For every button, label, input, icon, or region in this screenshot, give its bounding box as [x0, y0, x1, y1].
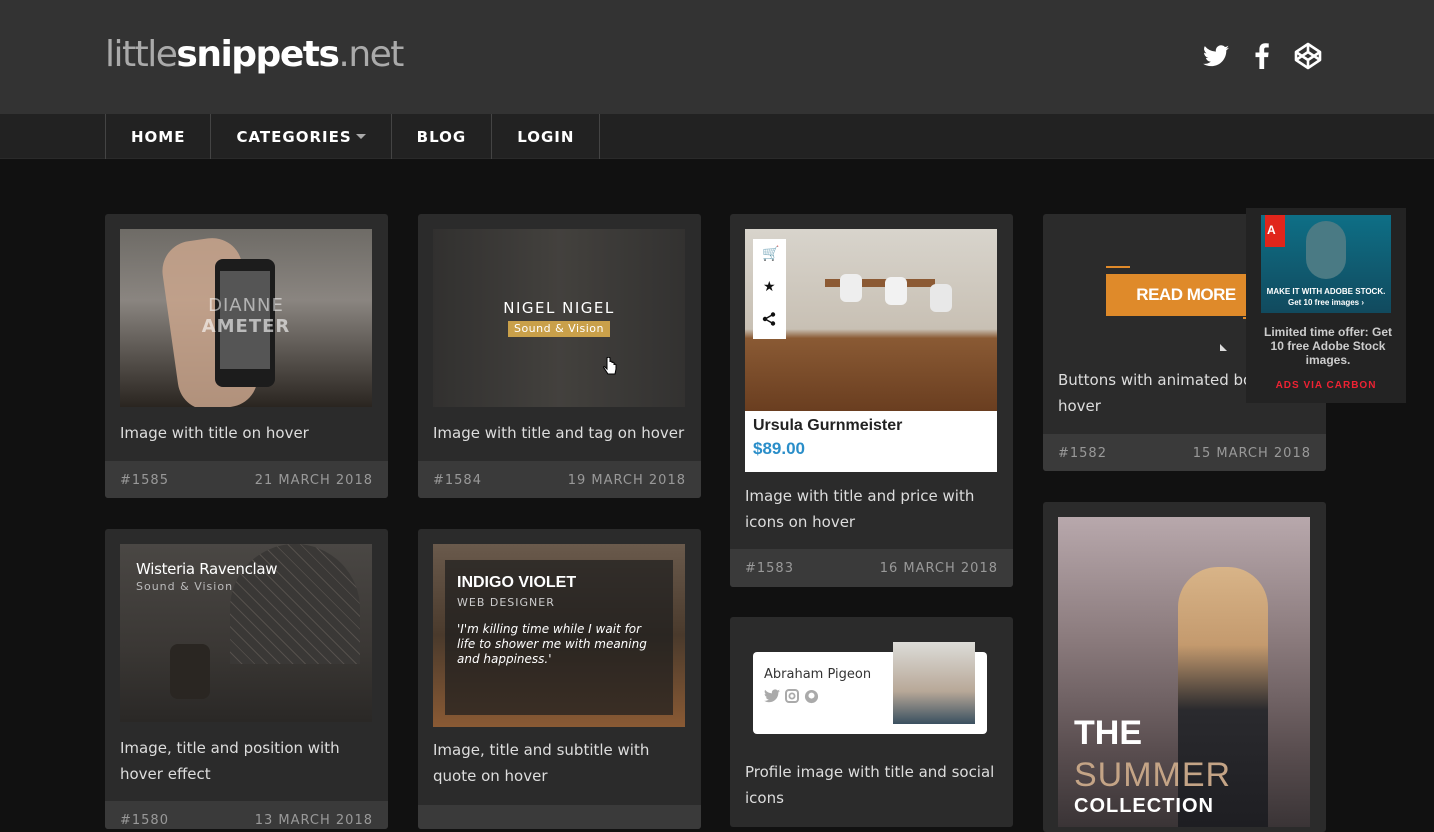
snippet-card[interactable]: Wisteria Ravenclaw Sound & Vision Image,…: [105, 529, 388, 829]
snippet-thumbnail[interactable]: Abraham Pigeon: [745, 632, 997, 742]
snippet-description[interactable]: Profile image with title and social icon…: [745, 759, 1000, 811]
ad-text[interactable]: Limited time offer: Get 10 free Adobe St…: [1258, 325, 1398, 367]
overlay-title: Wisteria Ravenclaw: [136, 560, 278, 578]
nav-categories[interactable]: CATEGORIES: [210, 114, 390, 159]
profile-social: [764, 689, 819, 704]
snippet-meta: #1583 16 MARCH 2018: [730, 549, 1013, 587]
snippet-date: 15 MARCH 2018: [1192, 445, 1311, 461]
star-icon[interactable]: ★: [763, 279, 776, 295]
overlay-quote: 'I'm killing time while I wait for life …: [457, 622, 647, 666]
social-links: [1202, 40, 1322, 72]
twitter-icon[interactable]: [1202, 40, 1230, 72]
overlay-line-1: THE: [1074, 714, 1142, 752]
read-more-button[interactable]: READ MORE: [1106, 274, 1266, 316]
snippet-meta: #1584 19 MARCH 2018: [418, 461, 701, 498]
overlay-tag: Sound & Vision: [508, 321, 610, 337]
adobe-logo-mark: A: [1267, 223, 1276, 237]
snippet-meta: #1580 13 MARCH 2018: [105, 801, 388, 829]
overlay-title: NIGEL NIGEL: [503, 299, 615, 317]
snippet-thumbnail[interactable]: THE SUMMER COLLECTION: [1058, 517, 1310, 827]
cart-icon[interactable]: 🛒: [762, 246, 779, 262]
cursor-icon: [1220, 344, 1227, 351]
product-name: Ursula Gurnmeister: [753, 417, 903, 434]
snippet-id: #1583: [745, 560, 794, 576]
codepen-icon[interactable]: [1294, 40, 1322, 72]
nav-home[interactable]: HOME: [105, 114, 210, 159]
snippet-card[interactable]: 🛒 ★ Ursula Gurnmeister $89.00 Image with…: [730, 214, 1013, 587]
snippet-description[interactable]: Image with title on hover: [120, 420, 375, 446]
instagram-icon[interactable]: [785, 689, 799, 704]
main-nav: HOME CATEGORIES BLOG LOGIN: [0, 114, 1434, 159]
avatar: [893, 642, 975, 724]
snippet-card[interactable]: Abraham Pigeon Profile image with title …: [730, 617, 1013, 827]
overlay-subtitle: WEB DESIGNER: [457, 596, 555, 609]
overlay-line-3: COLLECTION: [1074, 795, 1214, 817]
ad-banner-line-1: MAKE IT WITH ADOBE STOCK.: [1266, 287, 1386, 296]
snippet-thumbnail[interactable]: 🛒 ★ Ursula Gurnmeister $89.00: [745, 229, 997, 472]
snippet-description[interactable]: Image with title and tag on hover: [433, 420, 688, 446]
share-icon[interactable]: [762, 312, 776, 326]
snippet-id: #1582: [1058, 445, 1107, 461]
ad-via[interactable]: ADS VIA CARBON: [1246, 380, 1406, 391]
nav-login[interactable]: LOGIN: [491, 114, 601, 159]
snippet-meta: #1585 21 MARCH 2018: [105, 461, 388, 498]
twitter-icon[interactable]: [764, 689, 780, 704]
snippet-card[interactable]: INDIGO VIOLET WEB DESIGNER 'I'm killing …: [418, 529, 701, 829]
snippet-thumbnail[interactable]: NIGEL NIGEL Sound & Vision: [433, 229, 685, 407]
site-logo[interactable]: littlesnippets.net: [105, 30, 404, 80]
snippet-card[interactable]: NIGEL NIGEL Sound & Vision Image with ti…: [418, 214, 701, 498]
snippet-thumbnail[interactable]: INDIGO VIOLET WEB DESIGNER 'I'm killing …: [433, 544, 685, 727]
snippet-description[interactable]: Image, title and subtitle with quote on …: [433, 737, 688, 789]
overlay-line-2: SUMMER: [1074, 756, 1232, 794]
snippet-thumbnail[interactable]: DIANNE AMETER: [120, 229, 372, 407]
nav-blog[interactable]: BLOG: [390, 114, 492, 159]
product-price: $89.00: [753, 439, 805, 458]
snippet-date: 16 MARCH 2018: [879, 560, 998, 576]
snippet-description[interactable]: Image, title and position with hover eff…: [120, 735, 375, 787]
snippet-id: #1584: [433, 472, 482, 488]
snippet-card[interactable]: DIANNE AMETER Image with title on hover #…: [105, 214, 388, 498]
site-header: littlesnippets.net: [0, 0, 1434, 114]
snippet-date: 21 MARCH 2018: [254, 472, 373, 488]
github-icon[interactable]: [804, 689, 819, 704]
caret-down-icon: [355, 134, 366, 139]
overlay-title: INDIGO VIOLET: [457, 574, 577, 591]
snippet-description[interactable]: Image with title and price with icons on…: [745, 483, 1000, 535]
snippet-card[interactable]: THE SUMMER COLLECTION: [1043, 502, 1326, 832]
snippet-meta: #1582 15 MARCH 2018: [1043, 434, 1326, 471]
snippet-id: #1585: [120, 472, 169, 488]
hand-cursor-icon: [603, 357, 617, 377]
snippet-date: 13 MARCH 2018: [254, 812, 373, 828]
snippet-id: #1580: [120, 812, 169, 828]
facebook-icon[interactable]: [1248, 40, 1276, 72]
profile-name: Abraham Pigeon: [764, 667, 872, 682]
ad-banner-line-2: Get 10 free images ›: [1287, 298, 1365, 307]
snippet-thumbnail[interactable]: Wisteria Ravenclaw Sound & Vision: [120, 544, 372, 722]
ad-image[interactable]: A MAKE IT WITH ADOBE STOCK. Get 10 free …: [1261, 215, 1391, 313]
snippet-meta: [418, 805, 701, 829]
carbon-ad[interactable]: A MAKE IT WITH ADOBE STOCK. Get 10 free …: [1246, 208, 1406, 403]
overlay-title: DIANNE AMETER: [201, 295, 291, 337]
snippet-date: 19 MARCH 2018: [567, 472, 686, 488]
overlay-subtitle: Sound & Vision: [136, 580, 234, 593]
